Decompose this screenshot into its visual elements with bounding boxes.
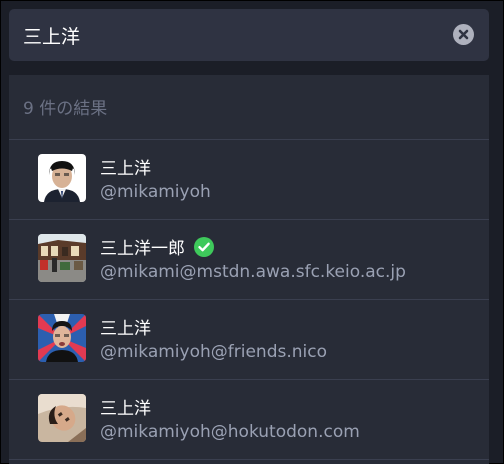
search-bar [9, 9, 489, 61]
display-name: 三上洋 [100, 394, 151, 419]
account-result-row[interactable]: 三上洋一郎 @mikami@mstdn.awa.sfc.keio.ac.jp [9, 220, 489, 300]
avatar[interactable] [38, 154, 86, 202]
display-name-text: 三上洋一郎 [100, 239, 185, 259]
account-result-row[interactable]: 三上洋 @mikamiyoh@friends.nico [9, 300, 489, 380]
avatar[interactable] [38, 314, 86, 362]
avatar[interactable] [38, 234, 86, 282]
avatar[interactable] [38, 394, 86, 442]
account-result-row[interactable]: 三上洋 @mikamiyoh [9, 140, 489, 220]
display-name-text: 三上洋 [100, 399, 151, 419]
display-name-text: 三上洋 [100, 159, 151, 179]
clear-search-icon[interactable] [453, 24, 474, 45]
account-handle: @mikamiyoh@friends.nico [100, 342, 327, 362]
display-name-text: 三上洋 [100, 319, 151, 339]
account-handle: @mikamiyoh [100, 182, 211, 202]
account-result-row[interactable]: 三上洋 @mikamiyoh@hokutodon.com [9, 380, 489, 460]
results-header: 9 件の結果 [9, 75, 489, 140]
results-count: 9 件の結果 [23, 99, 108, 119]
display-name: 三上洋一郎 [100, 234, 214, 259]
search-results-panel: 9 件の結果 三上洋 @mikamiyoh 三上洋一郎 @mikami@mstd… [9, 75, 489, 464]
search-input[interactable] [23, 22, 443, 48]
display-name: 三上洋 [100, 314, 151, 339]
display-name: 三上洋 [100, 154, 151, 179]
account-handle: @mikamiyoh@hokutodon.com [100, 422, 360, 442]
account-handle: @mikami@mstdn.awa.sfc.keio.ac.jp [100, 262, 406, 282]
check-circle-icon [194, 236, 214, 257]
